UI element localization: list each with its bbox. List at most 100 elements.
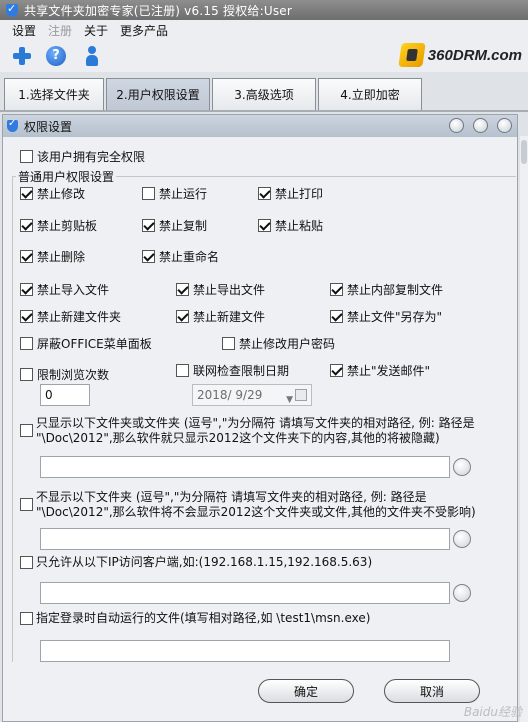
no-import-checkbox[interactable]: 禁止导入文件 bbox=[20, 281, 109, 298]
checkbox-box[interactable] bbox=[258, 187, 271, 200]
checkbox-label: 禁止复制 bbox=[159, 219, 208, 233]
group-border-left bbox=[12, 176, 13, 662]
checkbox-label: 禁止"发送邮件" bbox=[347, 364, 431, 378]
no-change-password-checkbox[interactable]: 禁止修改用户密码 bbox=[222, 335, 335, 352]
checkbox-label: 禁止打印 bbox=[275, 187, 324, 201]
checkbox-box[interactable] bbox=[142, 250, 155, 263]
checkbox-box[interactable] bbox=[20, 219, 33, 232]
cancel-button[interactable]: 取消 bbox=[384, 679, 480, 703]
no-paste-checkbox[interactable]: 禁止粘贴 bbox=[258, 217, 323, 234]
add-icon[interactable] bbox=[12, 46, 32, 66]
tab-user-permissions[interactable]: 2.用户权限设置 bbox=[106, 78, 210, 110]
tab-divider bbox=[0, 110, 528, 112]
logo-mark-icon bbox=[398, 43, 426, 67]
show-only-checkbox[interactable] bbox=[20, 424, 33, 437]
hide-only-checkbox[interactable] bbox=[20, 498, 33, 511]
panel-shield-icon bbox=[7, 118, 18, 132]
checkbox-label: 禁止重命名 bbox=[159, 250, 220, 264]
calendar-icon[interactable] bbox=[295, 389, 307, 401]
checkbox-box[interactable] bbox=[176, 310, 189, 323]
user-icon[interactable] bbox=[82, 46, 102, 66]
autorun-checkbox[interactable] bbox=[20, 612, 33, 625]
checkbox-label: 禁止导入文件 bbox=[37, 283, 110, 297]
tab-label: 3.高级选项 bbox=[234, 88, 294, 102]
hide-only-input[interactable] bbox=[40, 528, 450, 550]
checkbox-label: 禁止粘贴 bbox=[275, 219, 324, 233]
checkbox-box[interactable] bbox=[20, 337, 33, 350]
full-rights-checkbox[interactable]: 该用户拥有完全权限 bbox=[20, 148, 145, 165]
menu-about[interactable]: 关于 bbox=[84, 22, 108, 39]
checkbox-box[interactable] bbox=[222, 337, 235, 350]
hide-only-browse-button[interactable] bbox=[453, 530, 471, 548]
help-icon[interactable]: ? bbox=[46, 46, 66, 66]
scrollbar-thumb[interactable] bbox=[521, 140, 527, 164]
checkbox-box[interactable] bbox=[330, 364, 343, 377]
date-dropdown-icon[interactable]: ▼ bbox=[286, 390, 293, 410]
menu-more-products[interactable]: 更多产品 bbox=[120, 22, 168, 39]
checkbox-box[interactable] bbox=[176, 283, 189, 296]
no-modify-checkbox[interactable]: 禁止修改 bbox=[20, 185, 85, 202]
no-copy-checkbox[interactable]: 禁止复制 bbox=[142, 217, 207, 234]
checkbox-box[interactable] bbox=[258, 219, 271, 232]
show-only-input[interactable] bbox=[40, 456, 450, 478]
panel-close-button[interactable] bbox=[497, 118, 512, 133]
panel-scrollbar[interactable] bbox=[520, 136, 528, 722]
no-new-folder-checkbox[interactable]: 禁止新建文件夹 bbox=[20, 308, 121, 325]
tab-label: 2.用户权限设置 bbox=[116, 88, 200, 102]
panel-header: 权限设置 bbox=[3, 115, 517, 137]
title-bar: 共享文件夹加密专家(已注册) v6.15 授权给:User bbox=[0, 0, 528, 20]
checkbox-box[interactable] bbox=[20, 250, 33, 263]
checkbox-box[interactable] bbox=[176, 364, 189, 377]
show-only-description: 只显示以下文件夹或文件夹 (逗号","为分隔符 请填写文件夹的相对路径, 例: … bbox=[36, 416, 475, 445]
panel-maximize-button[interactable] bbox=[473, 118, 488, 133]
tab-advanced-options[interactable]: 3.高级选项 bbox=[212, 78, 316, 110]
panel-minimize-button[interactable] bbox=[449, 118, 464, 133]
no-rename-checkbox[interactable]: 禁止重命名 bbox=[142, 248, 219, 265]
no-send-mail-checkbox[interactable]: 禁止"发送邮件" bbox=[330, 362, 430, 379]
ok-button[interactable]: 确定 bbox=[258, 679, 354, 703]
checkbox-label: 禁止文件"另存为" bbox=[347, 310, 443, 324]
logo-text: 360DRM.com bbox=[427, 46, 522, 64]
brand-logo[interactable]: 360DRM.com bbox=[398, 42, 522, 68]
checkbox-label: 禁止删除 bbox=[37, 250, 86, 264]
checkbox-label: 禁止新建文件夹 bbox=[37, 310, 122, 324]
autorun-input[interactable] bbox=[40, 640, 450, 662]
tab-select-folder[interactable]: 1.选择文件夹 bbox=[4, 78, 104, 110]
checkbox-label: 禁止剪贴板 bbox=[37, 219, 98, 233]
checkbox-box[interactable] bbox=[330, 310, 343, 323]
checkbox-label: 该用户拥有完全权限 bbox=[37, 150, 146, 164]
checkbox-label: 屏蔽OFFICE菜单面板 bbox=[37, 337, 152, 351]
checkbox-box[interactable] bbox=[330, 283, 343, 296]
tab-encrypt-now[interactable]: 4.立即加密 bbox=[318, 78, 422, 110]
no-run-checkbox[interactable]: 禁止运行 bbox=[142, 185, 207, 202]
menu-register[interactable]: 注册 bbox=[48, 22, 72, 39]
no-print-checkbox[interactable]: 禁止打印 bbox=[258, 185, 323, 202]
ip-allow-input[interactable] bbox=[40, 582, 450, 604]
checkbox-box[interactable] bbox=[142, 219, 155, 232]
no-save-as-checkbox[interactable]: 禁止文件"另存为" bbox=[330, 308, 442, 325]
ip-allow-checkbox[interactable] bbox=[20, 556, 33, 569]
no-delete-checkbox[interactable]: 禁止删除 bbox=[20, 248, 85, 265]
no-internal-copy-checkbox[interactable]: 禁止内部复制文件 bbox=[330, 281, 443, 298]
view-count-input[interactable]: 0 bbox=[40, 384, 90, 406]
checkbox-box[interactable] bbox=[142, 187, 155, 200]
autorun-description: 指定登录时自动运行的文件(填写相对路径,如 \test1\msn.exe) bbox=[36, 611, 371, 625]
online-date-check-checkbox[interactable]: 联网检查限制日期 bbox=[176, 362, 289, 379]
checkbox-label: 禁止运行 bbox=[159, 187, 208, 201]
checkbox-box[interactable] bbox=[20, 150, 33, 163]
no-clipboard-checkbox[interactable]: 禁止剪贴板 bbox=[20, 217, 97, 234]
checkbox-box[interactable] bbox=[20, 368, 33, 381]
checkbox-box[interactable] bbox=[20, 187, 33, 200]
checkbox-label: 联网检查限制日期 bbox=[193, 364, 290, 378]
no-new-file-checkbox[interactable]: 禁止新建文件 bbox=[176, 308, 265, 325]
menu-settings[interactable]: 设置 bbox=[12, 22, 36, 39]
hide-office-ribbon-checkbox[interactable]: 屏蔽OFFICE菜单面板 bbox=[20, 335, 152, 352]
ip-allow-browse-button[interactable] bbox=[453, 584, 471, 602]
limit-date-picker[interactable]: 2018/ 9/29 ▼ bbox=[192, 384, 312, 406]
no-export-checkbox[interactable]: 禁止导出文件 bbox=[176, 281, 265, 298]
hide-only-description: 不显示以下文件夹 (逗号","为分隔符 请填写文件夹的相对路径, 例: 路径是 … bbox=[36, 490, 476, 519]
show-only-browse-button[interactable] bbox=[453, 458, 471, 476]
limit-views-checkbox[interactable]: 限制浏览次数 bbox=[20, 366, 109, 383]
checkbox-box[interactable] bbox=[20, 283, 33, 296]
checkbox-box[interactable] bbox=[20, 310, 33, 323]
